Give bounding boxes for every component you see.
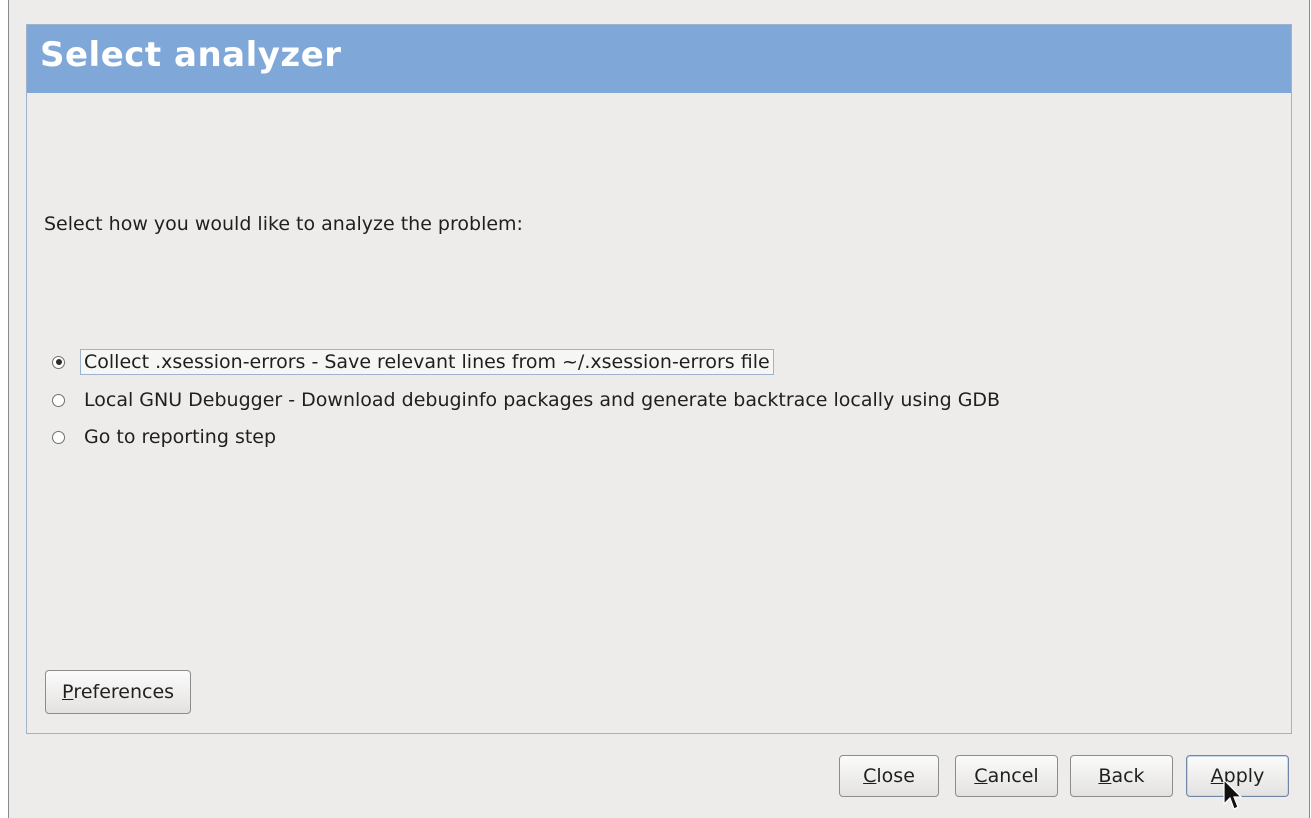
option-label: Local GNU Debugger - Download debuginfo … <box>84 389 1001 411</box>
back-button[interactable]: Back <box>1070 755 1173 797</box>
cancel-button[interactable]: Cancel <box>955 755 1058 797</box>
preferences-button[interactable]: Preferences <box>45 670 191 714</box>
option-go-to-reporting-step[interactable]: Go to reporting step <box>52 423 280 451</box>
option-local-gnu-debugger[interactable]: Local GNU Debugger - Download debuginfo … <box>52 386 1004 414</box>
assistant-page: Select analyzer Select how you would lik… <box>26 24 1292 734</box>
option-label: Collect .xsession-errors - Save relevant… <box>80 349 774 375</box>
option-label: Go to reporting step <box>84 426 277 448</box>
close-button[interactable]: Close <box>839 755 939 797</box>
radio-button[interactable] <box>52 393 65 407</box>
radio-button-selected[interactable] <box>52 355 65 369</box>
dialog-window: Select analyzer Select how you would lik… <box>8 0 1310 818</box>
page-header: Select analyzer <box>27 25 1291 93</box>
option-collect-xsession-errors[interactable]: Collect .xsession-errors - Save relevant… <box>52 348 774 376</box>
mouse-pointer-icon <box>1223 779 1242 810</box>
page-title: Select analyzer <box>40 35 342 75</box>
radio-button[interactable] <box>52 430 65 444</box>
analyze-prompt: Select how you would like to analyze the… <box>44 213 523 235</box>
